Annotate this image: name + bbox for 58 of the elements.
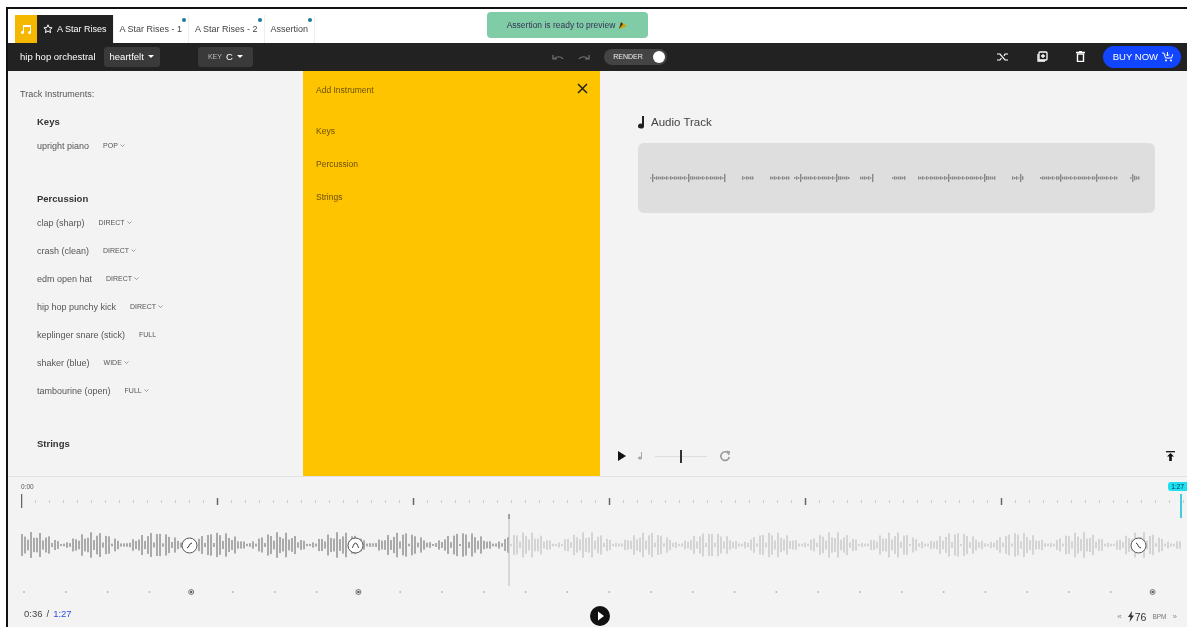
close-icon[interactable] xyxy=(577,82,588,94)
instrument-name: upright piano xyxy=(37,140,90,151)
lightning-icon xyxy=(1127,611,1134,623)
loop-icon[interactable] xyxy=(719,450,731,463)
music-note-icon xyxy=(638,115,646,129)
undo-icon[interactable] xyxy=(552,52,565,61)
caret-icon xyxy=(236,54,243,59)
chevron-icon xyxy=(143,389,149,393)
chevron-icon xyxy=(131,249,137,253)
mood-dropdown[interactable]: heartfelt xyxy=(103,46,160,67)
increase-bpm-button[interactable]: » xyxy=(1172,612,1177,622)
shuffle-icon[interactable] xyxy=(996,51,1009,62)
instrument-name: clap (sharp) xyxy=(37,217,85,228)
cart-icon xyxy=(1162,51,1173,62)
category-item[interactable]: Percussion xyxy=(316,158,359,169)
buy-now-button[interactable]: BUY NOW xyxy=(1102,45,1181,68)
chevron-icon xyxy=(123,361,129,365)
panel-title: Track Instruments: xyxy=(20,88,95,99)
category-item[interactable]: Strings xyxy=(316,191,343,202)
bpm-value: 76 xyxy=(1134,611,1147,623)
category-item[interactable]: Keys xyxy=(316,125,335,136)
instrument-name: edm open hat xyxy=(37,273,93,284)
bump-curve-icon[interactable] xyxy=(347,537,365,555)
volume-slider-thumb[interactable] xyxy=(679,449,682,463)
play-icon[interactable] xyxy=(618,451,626,462)
total-time-link[interactable]: 1:27 xyxy=(53,608,72,619)
curve-icon[interactable] xyxy=(181,537,199,555)
chevron-icon xyxy=(119,144,125,148)
chevron-icon xyxy=(126,221,132,225)
instrument-name: tambourine (open) xyxy=(37,385,111,396)
project-name: hip hop orchestral xyxy=(20,51,96,63)
group-heading: Keys xyxy=(37,115,60,127)
star-icon xyxy=(43,23,53,34)
chevron-icon xyxy=(134,277,140,281)
trash-icon[interactable] xyxy=(1075,51,1085,63)
panel-title: Add Instrument xyxy=(316,84,374,95)
track-title: Audio Track xyxy=(651,116,712,129)
time-separator: / xyxy=(46,608,50,619)
curve-icon[interactable] xyxy=(1130,537,1148,555)
chevron-icon xyxy=(158,305,164,309)
caret-icon xyxy=(147,54,154,59)
group-heading: Strings xyxy=(37,437,70,449)
decrease-bpm-button[interactable]: « xyxy=(1117,612,1122,622)
party-popper-icon xyxy=(618,20,629,30)
toast-notification: Assertion is ready to preview xyxy=(487,12,648,38)
instrument-name: crash (clean) xyxy=(37,245,90,256)
redo-icon[interactable] xyxy=(578,52,591,61)
group-heading: Percussion xyxy=(37,192,89,204)
instrument-name: hip hop punchy kick xyxy=(37,301,117,312)
instrument-name: shaker (blue) xyxy=(37,357,90,368)
move-to-top-icon[interactable] xyxy=(1166,451,1175,462)
instrument-name: keplinger snare (stick) xyxy=(37,329,126,340)
tab[interactable]: A Star Rises xyxy=(37,14,114,43)
current-time: 0:36 xyxy=(24,608,43,619)
play-button[interactable] xyxy=(590,606,610,626)
end-marker-line xyxy=(1180,494,1182,519)
music-note-icon xyxy=(638,452,643,461)
duplicate-icon[interactable] xyxy=(1036,51,1048,63)
